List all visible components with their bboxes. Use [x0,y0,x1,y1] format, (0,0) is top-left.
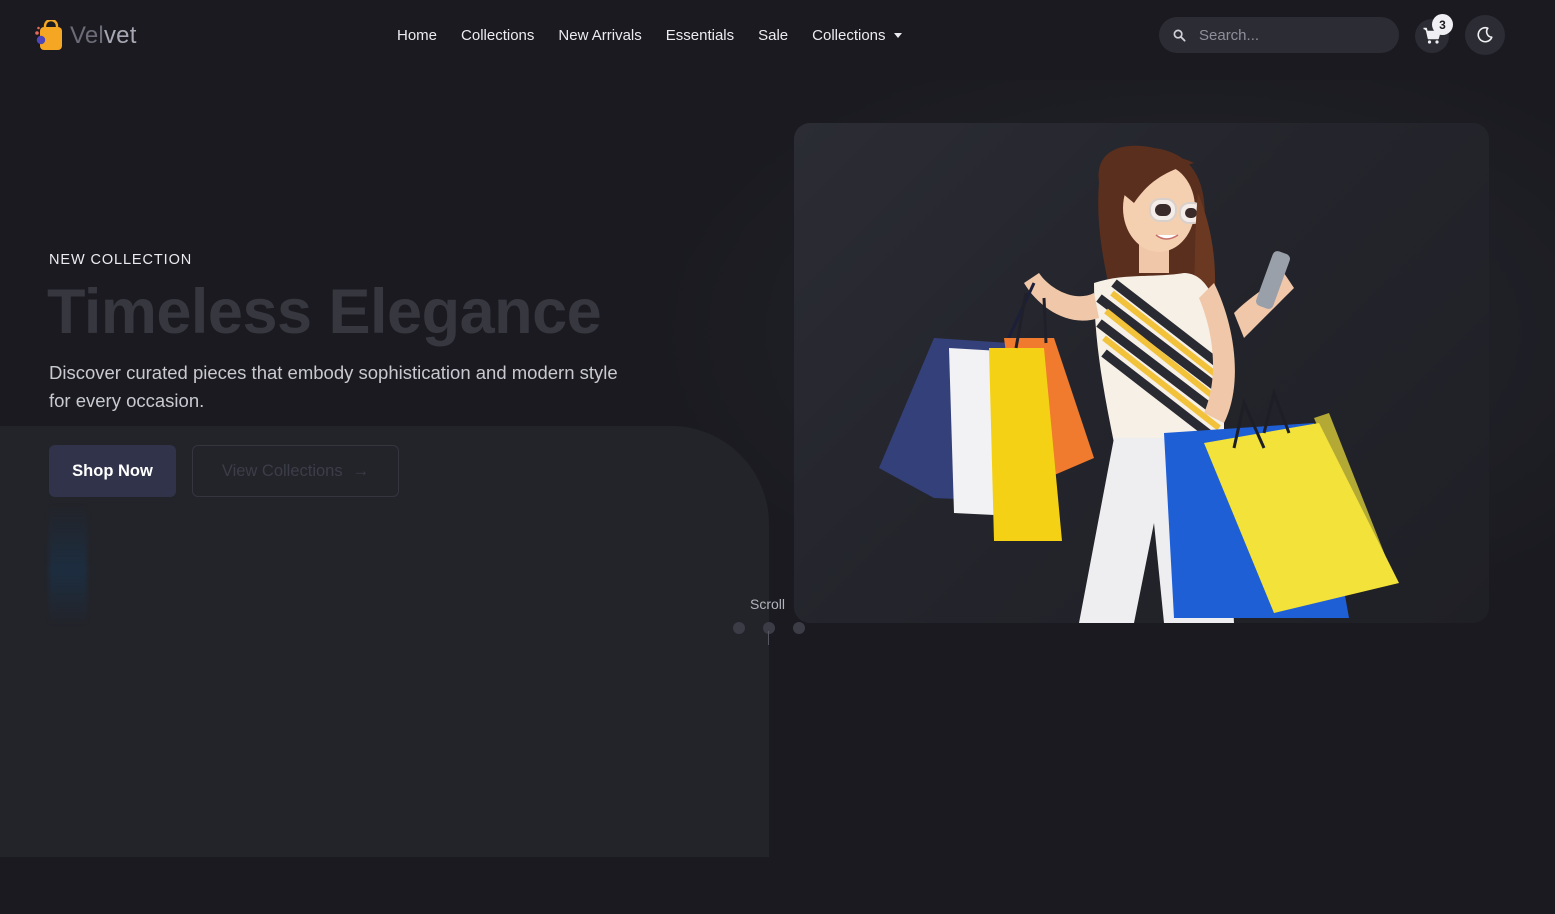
cart-count-badge: 3 [1432,14,1453,35]
nav-link-essentials[interactable]: Essentials [654,23,746,48]
slide-dot-1[interactable] [733,622,745,634]
brand-name-suffix: vet [103,22,137,49]
nav-dropdown-collections[interactable]: Collections [800,23,913,48]
slide-dot-2[interactable] [763,622,775,634]
scroll-line [768,631,769,645]
page: Velvet Home Collections New Arrivals Ess… [0,0,1555,914]
slide-dots [733,622,805,634]
view-collections-label: View Collections [221,461,343,480]
theme-toggle-button[interactable] [1465,15,1505,55]
hero-description: Discover curated pieces that embody soph… [49,362,618,411]
faded-decoration [49,505,87,625]
brand-name: Velvet [70,22,137,50]
shopping-bag-logo-icon [35,20,62,50]
scroll-label: Scroll [750,596,786,612]
moon-icon [1477,26,1493,43]
nav-link-sale[interactable]: Sale [746,23,800,48]
nav-link-new-arrivals[interactable]: New Arrivals [546,23,653,48]
caret-down-icon [893,33,902,38]
brand-logo[interactable]: Velvet [32,20,137,52]
main-nav: Home Collections New Arrivals Essentials… [385,23,914,48]
search-input[interactable] [1199,26,1379,44]
nav-dropdown-label: Collections [812,27,886,44]
nav-link-collections[interactable]: Collections [449,23,546,48]
slide-dot-3[interactable] [793,622,805,634]
top-navbar: Velvet Home Collections New Arrivals Ess… [0,0,1555,72]
hero-eyebrow: NEW COLLECTION [49,252,193,268]
search-bar[interactable] [1159,17,1399,53]
hero-image [794,123,1489,623]
brand-name-prefix: Vel [70,22,104,49]
arrow-right-icon: → [352,461,370,480]
hero-title: Timeless Elegance [47,277,602,347]
view-collections-button[interactable]: View Collections → [192,445,399,497]
shop-now-button[interactable]: Shop Now [49,445,176,497]
search-icon [1173,29,1186,42]
shopping-woman-illustration [879,145,1399,623]
nav-link-home[interactable]: Home [385,23,449,48]
